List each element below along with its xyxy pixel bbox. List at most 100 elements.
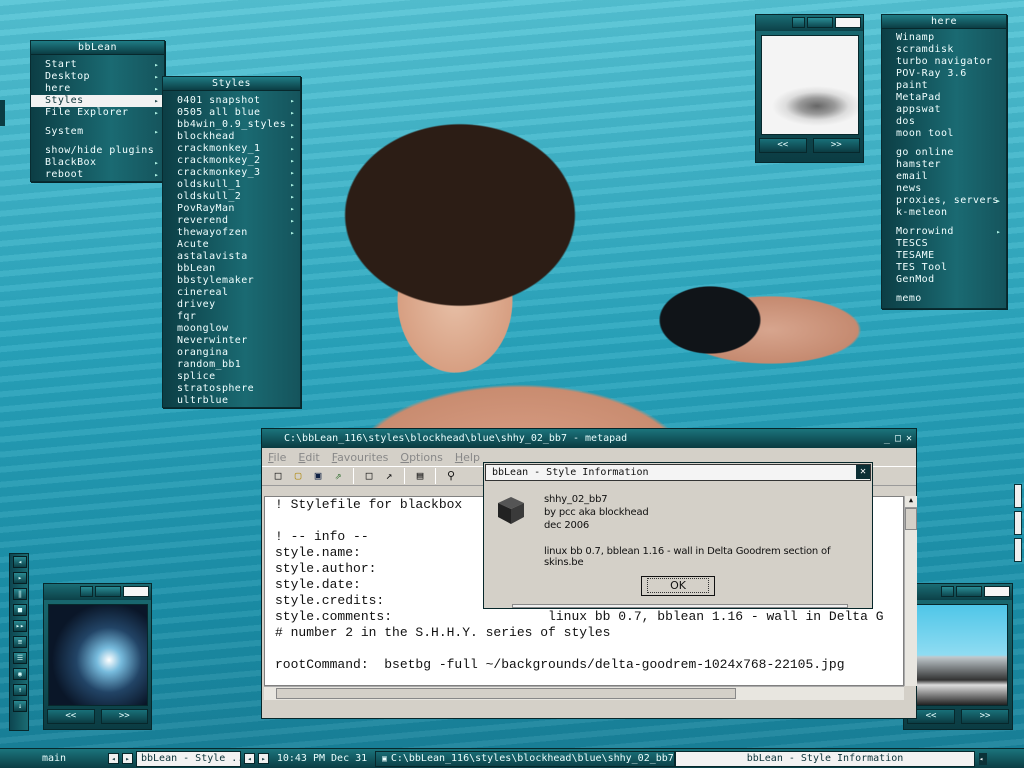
scroll-thumb[interactable]	[905, 508, 917, 530]
menu-item-0401-snapshot[interactable]: 0401 snapshot ▸	[163, 95, 300, 107]
menu-item-tesame[interactable]: TESAME	[882, 250, 1006, 262]
window-next-button[interactable]: ▸	[258, 753, 269, 764]
menu-item-styles[interactable]: Styles ▸	[31, 95, 164, 107]
menu-item-bb4win-0-9-styles[interactable]: bb4win_0.9_styles ▸	[163, 119, 300, 131]
menu-item-pov-ray-3-6[interactable]: POV-Ray 3.6	[882, 68, 1006, 80]
maximize-button[interactable]: □	[895, 429, 901, 448]
edge-button[interactable]	[1014, 484, 1022, 508]
media-button[interactable]: ■	[13, 604, 27, 616]
menu-help[interactable]: Help	[455, 451, 480, 464]
horizontal-scrollbar[interactable]	[264, 686, 904, 700]
menu-item-moonglow[interactable]: moonglow	[163, 323, 300, 335]
media-button[interactable]: ↑	[13, 684, 27, 696]
menu-item-hamster[interactable]: hamster	[882, 159, 1006, 171]
menu-item-blockhead[interactable]: blockhead ▸	[163, 131, 300, 143]
menu-item-system[interactable]: System ▸	[31, 126, 164, 138]
widget-button[interactable]	[956, 586, 982, 597]
menu-item-ultrblue[interactable]: ultrblue	[163, 395, 300, 407]
widget-button[interactable]	[835, 17, 861, 28]
menu-options[interactable]: Options	[400, 451, 442, 464]
menu-file[interactable]: File	[268, 451, 286, 464]
widget-button[interactable]	[80, 586, 93, 597]
menu-item-crackmonkey-3[interactable]: crackmonkey_3 ▸	[163, 167, 300, 179]
menu-item-0505-all-blue[interactable]: 0505 all blue ▸	[163, 107, 300, 119]
menu-item-stratosphere[interactable]: stratosphere	[163, 383, 300, 395]
search-icon[interactable]: ⚲	[443, 468, 459, 484]
media-button[interactable]: ‖	[13, 588, 27, 600]
media-button[interactable]: ◉	[13, 668, 27, 680]
menu-item-winamp[interactable]: Winamp	[882, 32, 1006, 44]
menu-item-k-meleon[interactable]: k-meleon	[882, 207, 1006, 219]
menu-edit[interactable]: Edit	[298, 451, 319, 464]
menu-item-moon-tool[interactable]: moon tool	[882, 128, 1006, 140]
menu-item-neverwinter[interactable]: Neverwinter	[163, 335, 300, 347]
workspace-next-button[interactable]: ▸	[122, 753, 133, 764]
next-button[interactable]: >>	[961, 709, 1009, 724]
menu-item-morrowind[interactable]: Morrowind ▸	[882, 226, 1006, 238]
menu-item-go-online[interactable]: go online	[882, 147, 1006, 159]
widget-button[interactable]	[807, 17, 833, 28]
ok-button[interactable]: OK	[641, 576, 715, 596]
menu-item-memo[interactable]: memo	[882, 293, 1006, 305]
next-button[interactable]: >>	[100, 709, 148, 724]
tray-icon[interactable]: ◂	[979, 752, 987, 765]
menu-item-proxies-servers[interactable]: proxies, servers ▸	[882, 195, 1006, 207]
menu-item-acute[interactable]: Acute	[163, 239, 300, 251]
export-icon[interactable]: ⇗	[330, 468, 346, 484]
media-button[interactable]: ◂	[13, 556, 27, 568]
menu-item-turbo-navigator[interactable]: turbo navigator	[882, 56, 1006, 68]
edge-button[interactable]	[1014, 511, 1022, 535]
menu-item-splice[interactable]: splice	[163, 371, 300, 383]
menu-item-fqr[interactable]: fqr	[163, 311, 300, 323]
media-button[interactable]: ☰	[13, 652, 27, 664]
goto-icon[interactable]: ↗	[381, 468, 397, 484]
menu-item-crackmonkey-1[interactable]: crackmonkey_1 ▸	[163, 143, 300, 155]
window-prev-button[interactable]: ◂	[244, 753, 255, 764]
prev-button[interactable]: <<	[47, 709, 95, 724]
menu-item-bblean[interactable]: bbLean	[163, 263, 300, 275]
menu-item-reverend[interactable]: reverend ▸	[163, 215, 300, 227]
menu-item-tes-tool[interactable]: TES Tool	[882, 262, 1006, 274]
task-metapad[interactable]: ▣ C:\bbLean_116\styles\blockhead\blue\shh…	[375, 750, 675, 767]
menu-item-here[interactable]: here ▸	[31, 83, 164, 95]
open-icon[interactable]: ▢	[290, 468, 306, 484]
menu-item-blackbox[interactable]: BlackBox ▸	[31, 157, 164, 169]
widget-button[interactable]	[941, 586, 954, 597]
dialog-titlebar[interactable]: bbLean - Style Information ✕	[485, 464, 871, 481]
menu-item-scramdisk[interactable]: scramdisk	[882, 44, 1006, 56]
menu-item-metapad[interactable]: MetaPad	[882, 92, 1006, 104]
widget-button[interactable]	[984, 586, 1010, 597]
menu-favourites[interactable]: Favourites	[332, 451, 389, 464]
workspace-prev-button[interactable]: ◂	[108, 753, 119, 764]
media-button[interactable]: ↓	[13, 700, 27, 712]
menu-item-drivey[interactable]: drivey	[163, 299, 300, 311]
menu-item-cinereal[interactable]: cinereal	[163, 287, 300, 299]
media-button[interactable]: ≡	[13, 636, 27, 648]
widget-button[interactable]	[123, 586, 149, 597]
menu-item-start[interactable]: Start ▸	[31, 59, 164, 71]
find-icon[interactable]: □	[361, 468, 377, 484]
edge-tab[interactable]	[0, 100, 5, 126]
menu-item-genmod[interactable]: GenMod	[882, 274, 1006, 286]
window-titlebar[interactable]: C:\bbLean_116\styles\blockhead\blue\shhy…	[262, 429, 916, 448]
menu-item-crackmonkey-2[interactable]: crackmonkey_2 ▸	[163, 155, 300, 167]
menu-item-random-bb1[interactable]: random_bb1	[163, 359, 300, 371]
menu-item-oldskull-1[interactable]: oldskull_1 ▸	[163, 179, 300, 191]
menu-item-thewayofzen[interactable]: thewayofzen ▸	[163, 227, 300, 239]
prev-button[interactable]: <<	[759, 138, 807, 153]
current-window-label[interactable]: bbLean - Style ...	[136, 750, 241, 767]
menu-item-email[interactable]: email	[882, 171, 1006, 183]
new-icon[interactable]: □	[270, 468, 286, 484]
next-button[interactable]: >>	[812, 138, 860, 153]
menu-item-desktop[interactable]: Desktop ▸	[31, 71, 164, 83]
menu-item-oldskull-2[interactable]: oldskull_2 ▸	[163, 191, 300, 203]
vertical-scrollbar[interactable]: ▲	[904, 496, 917, 686]
print-icon[interactable]: ▤	[412, 468, 428, 484]
menu-item-news[interactable]: news	[882, 183, 1006, 195]
menu-item-dos[interactable]: dos	[882, 116, 1006, 128]
scroll-thumb[interactable]	[276, 688, 736, 699]
save-icon[interactable]: ▣	[310, 468, 326, 484]
menu-item-show-hide-plugins[interactable]: show/hide plugins	[31, 145, 164, 157]
menu-item-reboot[interactable]: reboot ▸	[31, 169, 164, 181]
menu-item-orangina[interactable]: orangina	[163, 347, 300, 359]
